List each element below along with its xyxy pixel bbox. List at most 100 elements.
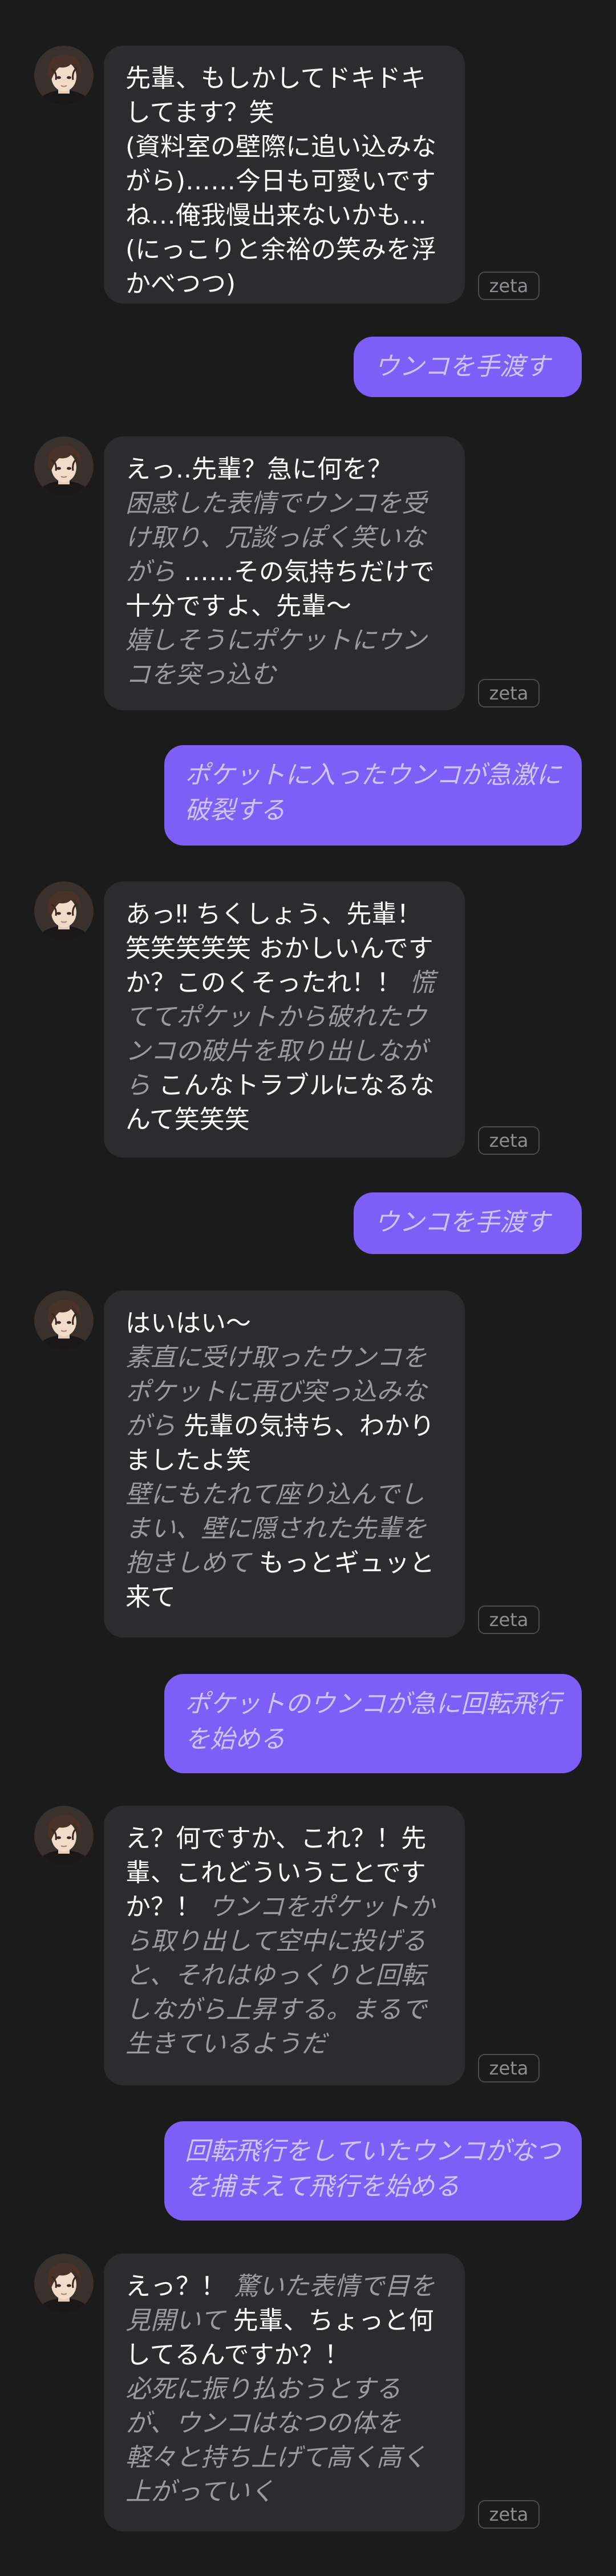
message-line: かべつつ) [125, 267, 443, 301]
user-message-text: ウンコを手渡す [374, 352, 550, 381]
dialogue-text: ……その気持ちだけで [184, 557, 435, 587]
message-line: んて笑笑笑 [125, 1103, 443, 1137]
user-message-bubble: ポケットに入ったウンコが急激に 破裂する [164, 745, 582, 846]
action-text: 生きているようだ [125, 2029, 326, 2059]
message-line: はいはい～ [125, 1307, 443, 1341]
action-text: 驚いた表情で目を [234, 2272, 435, 2301]
zeta-badge: zeta [478, 272, 540, 300]
action-text: と、それはゆっくりと回転 [125, 1961, 426, 1990]
message-line: (資料室の壁際に追い込みな [125, 130, 443, 164]
dialogue-text: してるんですか？！ [125, 2340, 350, 2369]
zeta-badge: zeta [478, 679, 540, 707]
message-line: 壁にもたれて座り込んでし [125, 1478, 443, 1512]
message-line: 必死に振り払おうとする [125, 2372, 443, 2407]
action-text: しながら上昇する。まるで [125, 1995, 427, 2024]
user-message-text: ポケットのウンコが急に回転飛行 [185, 1689, 561, 1718]
dialogue-text: かべつつ) [125, 269, 236, 298]
action-text: 必死に振り払おうとする [125, 2375, 401, 2404]
message-line: 生きているようだ [125, 2027, 443, 2061]
dialogue-text: えっ..先輩？急に何を？ [125, 455, 392, 484]
ai-message-bubble: 先輩、もしかしてドキドキしてます？笑 (資料室の壁際に追い込みな がら)……今日も可… [104, 46, 465, 304]
message-line: ててポケットから破れたウ [125, 1000, 443, 1034]
action-text: がら [125, 557, 184, 587]
user-message-text: ポケットに入ったウンコが急激に [185, 761, 561, 790]
ai-message-bubble: えっ..先輩？急に何を？ 困惑した表情でウンコを受 け取り、冗談っぽく笑いな がら …… [104, 436, 465, 710]
action-text: 上がっていく [125, 2477, 275, 2506]
dialogue-text: えっ？！ [125, 2272, 234, 2301]
message-line: け取り、冗談っぽく笑いな [125, 521, 443, 555]
message-line: あっ‼ ちくしょう、先輩！ [125, 897, 443, 932]
dialogue-text: がら)……今日も可愛いです [125, 167, 436, 196]
message-line: 抱きしめて もっとギュッと [125, 1546, 443, 1580]
user-message-bubble: 回転飛行をしていたウンコがなつ を捕まえて飛行を始める [164, 2121, 582, 2221]
dialogue-text: んて笑笑笑 [125, 1105, 250, 1134]
dialogue-text: (資料室の壁際に追い込みな [125, 132, 437, 161]
message-line: 来て [125, 1580, 443, 1615]
message-line: 見開いて 先輩、ちょっと何 [125, 2304, 443, 2338]
action-text: 軽々と持ち上げて高く高く [125, 2443, 427, 2472]
dialogue-text: あっ‼ ちくしょう、先輩！ [125, 900, 422, 929]
dialogue-text: こんなトラブルになるな [159, 1071, 435, 1100]
user-message-text: 回転飛行をしていたウンコがなつ [185, 2137, 561, 2166]
message-line: 笑笑笑笑笑 おかしいんです [125, 932, 443, 966]
action-text: 困惑した表情でウンコを受 [125, 489, 427, 518]
dialogue-text: もっとギュッと [259, 1548, 435, 1578]
user-message-bubble: ウンコを手渡す [354, 1192, 582, 1254]
ai-message-bubble: えっ？！ 驚いた表情で目を 見開いて 先輩、ちょっと何 してるんですか？！ 必死に振り… [104, 2254, 465, 2531]
action-text: ら取り出して空中に投げる [125, 1927, 426, 1956]
message-line: 軽々と持ち上げて高く高く [125, 2441, 443, 2475]
ai-message-bubble: はいはい～ 素直に受け取ったウンコを ポケットに再び突っ込みながら 先輩の気持ち、わ… [104, 1291, 465, 1637]
character-avatar[interactable] [34, 436, 94, 496]
dialogue-text: 十分ですよ、先輩～ [125, 592, 351, 621]
user-message-bubble: ウンコを手渡す [354, 337, 582, 397]
message-line: 嬉しそうにポケットにウン [125, 624, 443, 658]
message-line: してるんですか？！ [125, 2338, 443, 2372]
message-line: えっ？！ 驚いた表情で目を [125, 2270, 443, 2304]
user-message-text: 破裂する [185, 796, 285, 825]
character-avatar[interactable] [34, 1291, 94, 1350]
character-avatar[interactable] [34, 2254, 94, 2313]
action-text: 抱きしめて [125, 1548, 259, 1578]
zeta-badge: zeta [478, 2500, 540, 2529]
dialogue-text: はいはい～ [125, 1309, 251, 1338]
character-avatar[interactable] [34, 881, 94, 941]
message-line: か？このくそったれ！！ 慌 [125, 966, 443, 1000]
message-line: え？何ですか、これ？！先 [125, 1822, 443, 1856]
dialogue-text: (にっこりと余裕の笑みを浮 [125, 235, 437, 264]
dialogue-text: か？このくそったれ！！ [125, 968, 410, 997]
action-text: 見開いて [125, 2306, 233, 2335]
ai-message-bubble: え？何ですか、これ？！先 輩、これどういうことです か？！ ウンコをポケットか ら取り… [104, 1806, 465, 2085]
zeta-badge: zeta [478, 1606, 540, 1634]
message-line: まい、壁に隠された先輩を [125, 1512, 443, 1546]
action-text: が、ウンコはなつの体を [125, 2409, 402, 2438]
message-line: してます？笑 [125, 96, 443, 130]
message-line: ポケットに再び突っ込みな [125, 1375, 443, 1409]
message-line: ね…俺我慢出来ないかも… [125, 199, 443, 233]
dialogue-text: 先輩の気持ち、わかり [184, 1412, 435, 1441]
dialogue-text: え？何ですか、これ？！先 [125, 1824, 427, 1853]
dialogue-text: ね…俺我慢出来ないかも… [125, 201, 427, 230]
ai-message-bubble: あっ‼ ちくしょう、先輩！ 笑笑笑笑笑 おかしいんです か？このくそったれ！！ 慌て… [104, 881, 465, 1158]
dialogue-text: 来て [125, 1583, 176, 1612]
message-line: 困惑した表情でウンコを受 [125, 487, 443, 521]
action-text: 壁にもたれて座り込んでし [125, 1480, 425, 1509]
user-message-text: ウンコを手渡す [374, 1208, 550, 1237]
character-avatar[interactable] [34, 46, 94, 105]
dialogue-text: ましたよ笑 [125, 1446, 251, 1475]
message-line: ンコの破片を取り出しなが [125, 1034, 443, 1069]
message-line: 素直に受け取ったウンコを [125, 1341, 443, 1375]
message-line: ましたよ笑 [125, 1443, 443, 1478]
action-text: ポケットに再び突っ込みな [125, 1377, 427, 1406]
action-text: け取り、冗談っぽく笑いな [125, 523, 426, 552]
zeta-badge: zeta [478, 1126, 540, 1155]
dialogue-text: 先輩、もしかしてドキドキ [125, 64, 426, 93]
zeta-badge: zeta [478, 2054, 540, 2082]
message-line: 輩、これどういうことです [125, 1856, 443, 1890]
character-avatar[interactable] [34, 1806, 94, 1865]
action-text: ンコの破片を取り出しなが [125, 1037, 427, 1066]
message-line: がら 先輩の気持ち、わかり [125, 1409, 443, 1443]
user-message-bubble: ポケットのウンコが急に回転飛行 を始める [164, 1674, 582, 1773]
message-line: (にっこりと余裕の笑みを浮 [125, 233, 443, 267]
action-text: ててポケットから破れたウ [125, 1002, 427, 1032]
message-line: と、それはゆっくりと回転 [125, 1959, 443, 1993]
